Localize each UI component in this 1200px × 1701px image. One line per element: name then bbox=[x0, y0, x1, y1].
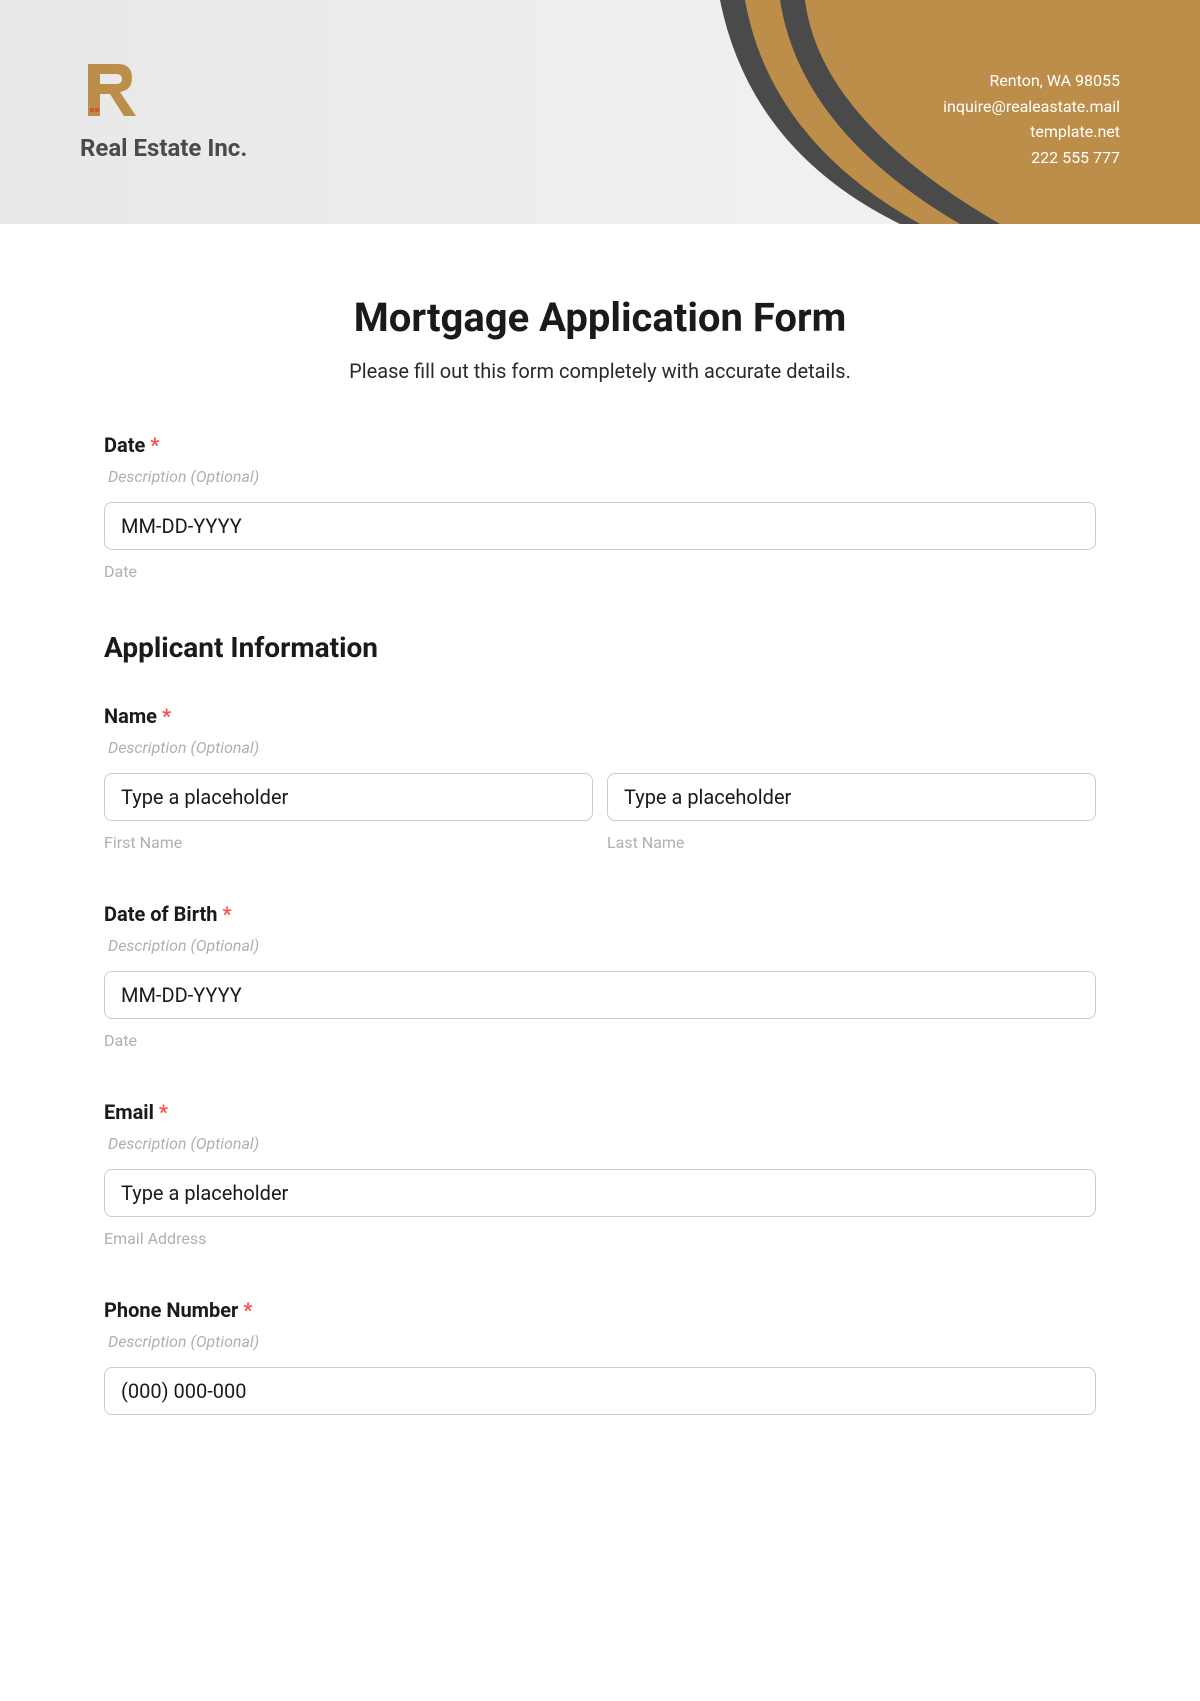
name-label: Name * bbox=[104, 704, 1096, 728]
company-name: Real Estate Inc. bbox=[80, 134, 247, 162]
dob-sublabel: Date bbox=[104, 1031, 1096, 1050]
form-subtitle: Please fill out this form completely wit… bbox=[104, 359, 1096, 383]
last-name-input[interactable] bbox=[607, 773, 1096, 821]
phone-description: Description (Optional) bbox=[104, 1332, 1096, 1351]
name-inputs-row: First Name Last Name bbox=[104, 773, 1096, 852]
page-header: Real Estate Inc. Renton, WA 98055 inquir… bbox=[0, 0, 1200, 224]
date-description: Description (Optional) bbox=[104, 467, 1096, 486]
form-container: Mortgage Application Form Please fill ou… bbox=[0, 224, 1200, 1505]
dob-field-group: Date of Birth * Description (Optional) D… bbox=[104, 902, 1096, 1050]
name-field-group: Name * Description (Optional) First Name… bbox=[104, 704, 1096, 852]
name-description: Description (Optional) bbox=[104, 738, 1096, 757]
email-sublabel: Email Address bbox=[104, 1229, 1096, 1248]
contact-website: template.net bbox=[943, 119, 1120, 145]
required-asterisk: * bbox=[243, 1298, 252, 1322]
email-field-group: Email * Description (Optional) Email Add… bbox=[104, 1100, 1096, 1248]
logo-section: Real Estate Inc. bbox=[80, 58, 247, 162]
email-label: Email * bbox=[104, 1100, 1096, 1124]
company-logo-icon bbox=[80, 58, 144, 122]
applicant-section-heading: Applicant Information bbox=[104, 631, 1096, 664]
dob-label: Date of Birth * bbox=[104, 902, 1096, 926]
first-name-sublabel: First Name bbox=[104, 833, 593, 852]
phone-label: Phone Number * bbox=[104, 1298, 1096, 1322]
required-asterisk: * bbox=[222, 902, 231, 926]
last-name-sublabel: Last Name bbox=[607, 833, 1096, 852]
contact-email: inquire@realeastate.mail bbox=[943, 94, 1120, 120]
email-description: Description (Optional) bbox=[104, 1134, 1096, 1153]
form-title: Mortgage Application Form bbox=[104, 294, 1096, 341]
email-input[interactable] bbox=[104, 1169, 1096, 1217]
contact-phone: 222 555 777 bbox=[943, 145, 1120, 171]
phone-input[interactable] bbox=[104, 1367, 1096, 1415]
dob-description: Description (Optional) bbox=[104, 936, 1096, 955]
date-input[interactable] bbox=[104, 502, 1096, 550]
first-name-input[interactable] bbox=[104, 773, 593, 821]
date-label: Date * bbox=[104, 433, 1096, 457]
contact-address: Renton, WA 98055 bbox=[943, 68, 1120, 94]
contact-info: Renton, WA 98055 inquire@realeastate.mai… bbox=[943, 68, 1120, 170]
required-asterisk: * bbox=[159, 1100, 168, 1124]
required-asterisk: * bbox=[150, 433, 159, 457]
required-asterisk: * bbox=[162, 704, 171, 728]
dob-input[interactable] bbox=[104, 971, 1096, 1019]
date-sublabel: Date bbox=[104, 562, 1096, 581]
date-field-group: Date * Description (Optional) Date bbox=[104, 433, 1096, 581]
phone-field-group: Phone Number * Description (Optional) bbox=[104, 1298, 1096, 1415]
